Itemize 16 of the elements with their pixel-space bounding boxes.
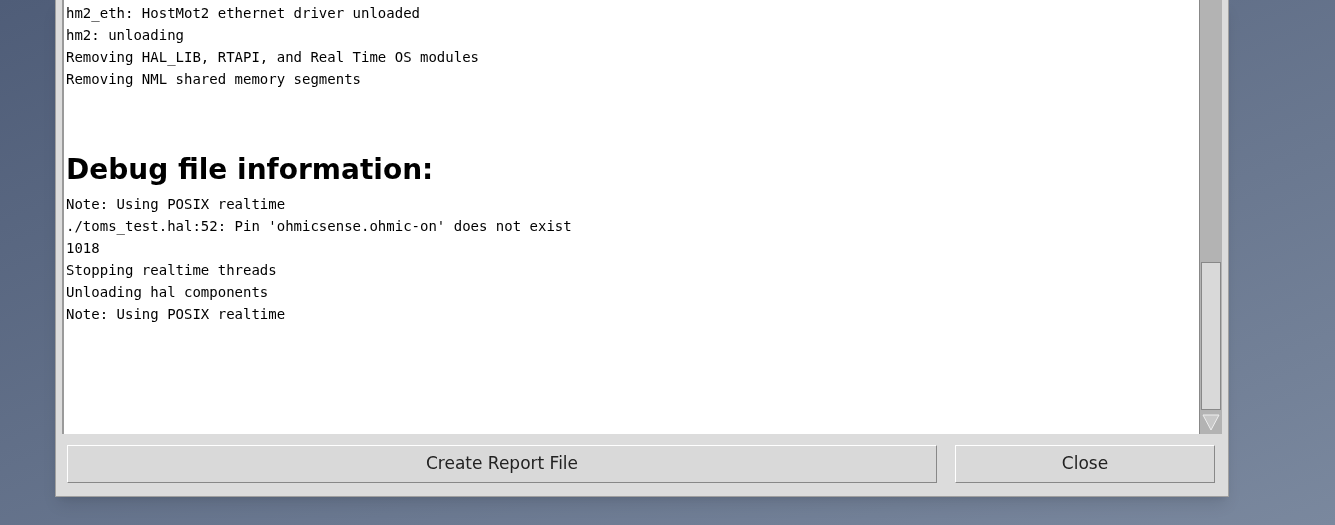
log-line: 1018 [66, 239, 100, 258]
create-report-button[interactable]: Create Report File [67, 445, 937, 483]
log-line: hm2: unloading [66, 26, 184, 45]
close-button[interactable]: Close [955, 445, 1215, 483]
log-line: Removing NML shared memory segments [66, 70, 361, 89]
log-line: Note: Using POSIX realtime [66, 305, 286, 324]
log-line: Removing HAL_LIB, RTAPI, and Real Time OS modules [66, 48, 479, 68]
scrollbar[interactable] [1199, 0, 1222, 434]
log-line: hm2_eth: HostMot2 ethernet driver unloaded [66, 4, 420, 24]
log-line: Note: Using POSIX realtime [66, 195, 286, 214]
log-line: ./toms_test.hal:52: Pin 'ohmicsense.ohmic-on' does not exist [66, 217, 572, 237]
scroll-down-arrow-icon[interactable] [1201, 413, 1221, 432]
log-line: Unloading hal components [66, 283, 269, 302]
log-line: Stopping realtime threads [66, 261, 277, 280]
scrollbar-thumb[interactable] [1201, 262, 1221, 410]
section-heading: Debug file information: [66, 153, 434, 187]
